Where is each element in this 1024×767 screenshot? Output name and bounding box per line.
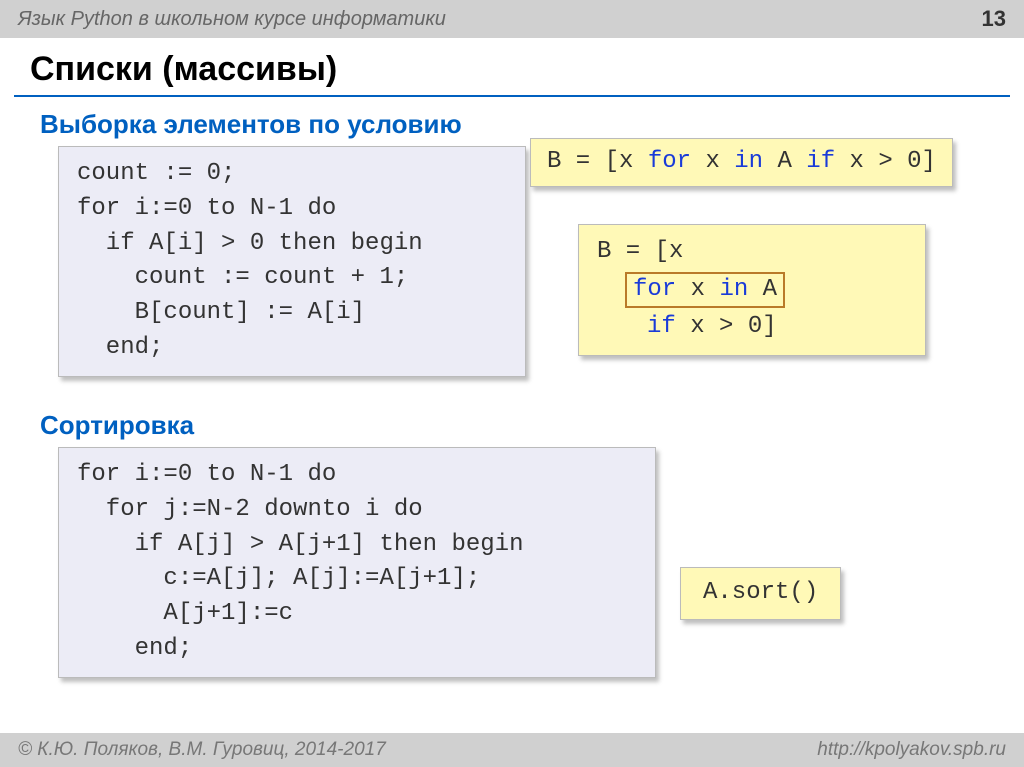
python-for-highlight: for x in A: [625, 272, 785, 308]
section1-python-inline: B = [x for x in A if x > 0]: [530, 138, 953, 187]
section1-pascal-code: count := 0; for i:=0 to N-1 do if A[i] >…: [58, 146, 526, 377]
section1-python-block: B = [x for x in A if x > 0]: [578, 224, 926, 356]
section2-pascal-code: for i:=0 to N-1 do for j:=N-2 downto i d…: [58, 447, 656, 678]
title-underline: [14, 95, 1010, 97]
slide-footer: © К.Ю. Поляков, В.М. Гуровиц, 2014-2017 …: [0, 733, 1024, 767]
page-number: 13: [982, 6, 1006, 32]
slide-title: Списки (массивы): [0, 38, 1024, 95]
python-block-line3: if x > 0]: [647, 310, 907, 345]
footer-url: http://kpolyakov.spb.ru: [817, 739, 1006, 761]
python-block-line1: B = [x: [597, 235, 907, 270]
section2-heading: Сортировка: [0, 406, 1024, 447]
footer-copyright: © К.Ю. Поляков, В.М. Гуровиц, 2014-2017: [18, 739, 386, 761]
course-title: Язык Python в школьном курсе информатики: [18, 8, 446, 31]
section2-python-code: A.sort(): [680, 567, 841, 620]
slide-header: Язык Python в школьном курсе информатики…: [0, 0, 1024, 38]
